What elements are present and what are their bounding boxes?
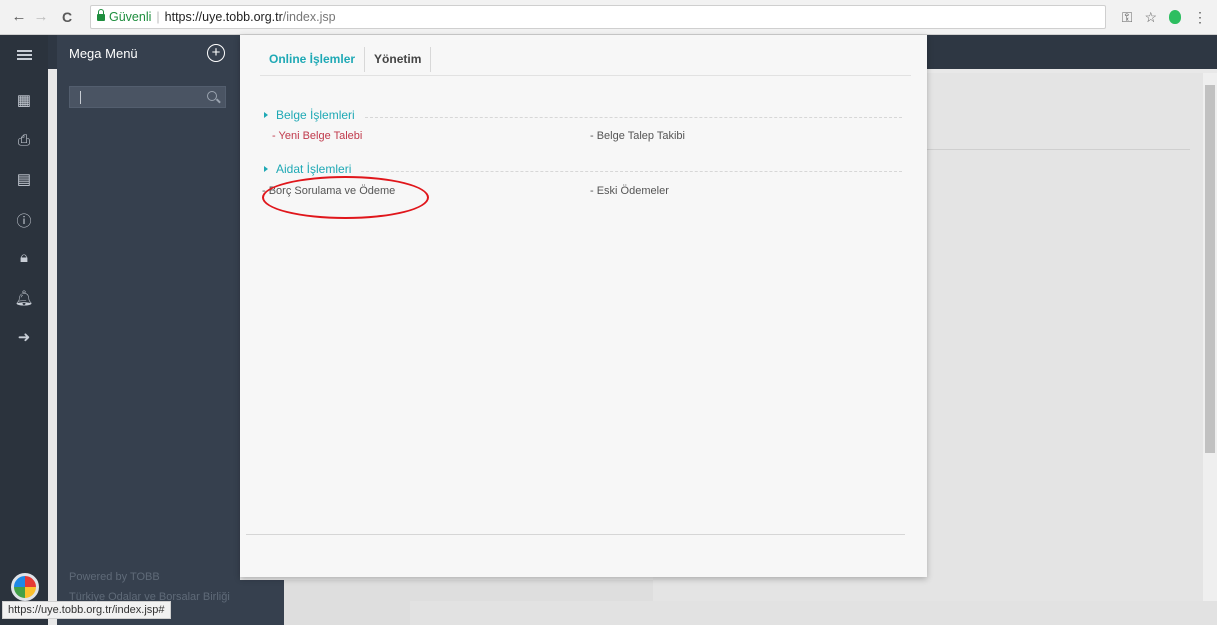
powered-by-text: Powered by TOBB bbox=[69, 571, 160, 583]
icon-rail: ▦ ⎙ ▤ ⓘ 🔒︎ 🔔︎ ➜ bbox=[0, 35, 48, 625]
section-title: Aidat İşlemleri bbox=[276, 162, 352, 176]
print-icon[interactable]: ⎙ bbox=[0, 129, 48, 151]
browser-menu-icon[interactable]: ⋮ bbox=[1193, 9, 1207, 26]
search-icon[interactable] bbox=[207, 91, 217, 101]
section-arrow-icon bbox=[264, 112, 268, 118]
text-cursor bbox=[80, 91, 81, 104]
bell-icon[interactable]: 🔔︎ bbox=[0, 287, 48, 309]
annotation-circle bbox=[262, 176, 429, 219]
lock-icon bbox=[97, 9, 105, 21]
app-area: ▦ ⎙ ▤ ⓘ 🔒︎ 🔔︎ ➜ Mega Menü + Powered by TOBB Tü… bbox=[0, 35, 1217, 625]
mega-menu-sidebar: Mega Menü + Powered by TOBB Türkiye Odal… bbox=[57, 35, 240, 625]
address-bar[interactable]: Güvenli | https://uye.tobb.org.tr/index.js… bbox=[90, 5, 1106, 29]
link-yeni-belge-talebi[interactable]: - Yeni Belge Talebi bbox=[272, 130, 362, 142]
tab-yonetim[interactable]: Yönetim bbox=[365, 47, 430, 72]
key-icon[interactable]: ⚿ bbox=[1122, 9, 1133, 26]
tabs-underline bbox=[260, 75, 911, 76]
background-divider bbox=[925, 149, 1190, 150]
bookmark-star-icon[interactable]: ☆ bbox=[1144, 9, 1157, 26]
tab-divider bbox=[430, 47, 432, 72]
forward-arrow-icon[interactable]: → bbox=[32, 8, 50, 26]
panel-footer-divider bbox=[246, 534, 905, 535]
tobb-logo bbox=[11, 573, 39, 601]
logout-icon[interactable]: ➜ bbox=[0, 326, 48, 348]
reload-icon[interactable]: C bbox=[58, 8, 76, 26]
section-divider bbox=[364, 112, 902, 118]
section-arrow-icon bbox=[264, 166, 268, 172]
browser-toolbar: ← → C Güvenli | https://uye.tobb.org.tr/in… bbox=[0, 0, 1217, 35]
lock-icon[interactable]: 🔒︎ bbox=[0, 246, 48, 268]
section-belge-islemleri: Belge İşlemleri bbox=[264, 108, 902, 122]
secure-label: Güvenli bbox=[109, 10, 152, 24]
background-bottom-dark bbox=[240, 580, 284, 625]
status-bar-url: https://uye.tobb.org.tr/index.jsp# bbox=[2, 601, 171, 619]
calendar-icon[interactable]: ▦ bbox=[0, 89, 48, 111]
evernote-extension-icon[interactable] bbox=[1169, 10, 1181, 24]
add-icon[interactable]: + bbox=[207, 44, 225, 62]
url-host: https://uye.tobb.org.tr bbox=[164, 10, 283, 24]
url-path: /index.jsp bbox=[282, 10, 336, 24]
panel-tabs: Online İşlemler Yönetim bbox=[260, 47, 432, 72]
link-belge-talep-takibi[interactable]: - Belge Talep Takibi bbox=[590, 130, 685, 142]
section-divider bbox=[361, 166, 902, 172]
address-separator: | bbox=[156, 10, 160, 24]
back-arrow-icon[interactable]: ← bbox=[10, 8, 28, 26]
section-title: Belge İşlemleri bbox=[276, 108, 355, 122]
link-eski-odemeler[interactable]: - Eski Ödemeler bbox=[590, 185, 669, 197]
vertical-scrollbar[interactable] bbox=[1203, 73, 1217, 605]
mega-menu-title: Mega Menü bbox=[69, 46, 138, 61]
horizontal-scrollbar[interactable] bbox=[410, 601, 1217, 625]
menu-search-input[interactable] bbox=[69, 86, 226, 108]
mega-menu-panel: Online İşlemler Yönetim Belge İşlemleri … bbox=[240, 35, 927, 577]
tab-online-islemler[interactable]: Online İşlemler bbox=[260, 47, 364, 72]
info-icon[interactable]: ⓘ bbox=[0, 209, 48, 231]
scrollbar-thumb[interactable] bbox=[1205, 85, 1215, 453]
section-aidat-islemleri: Aidat İşlemleri bbox=[264, 162, 902, 176]
calculator-icon[interactable]: ▤ bbox=[0, 168, 48, 190]
hamburger-menu-icon[interactable] bbox=[0, 44, 48, 66]
